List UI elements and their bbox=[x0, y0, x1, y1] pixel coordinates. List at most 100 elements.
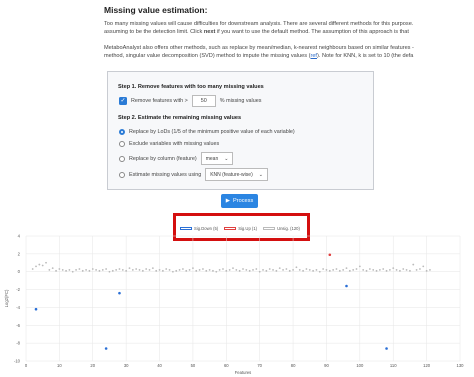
unsig-point bbox=[312, 269, 315, 272]
unsig-point bbox=[285, 268, 288, 270]
unsig-point bbox=[118, 268, 121, 270]
x-tick-label: 40 bbox=[157, 363, 162, 368]
y-tick-label: 2 bbox=[18, 251, 21, 256]
unsig-point bbox=[338, 269, 341, 272]
x-tick-label: 70 bbox=[257, 363, 262, 368]
unsig-point bbox=[238, 269, 241, 272]
unsig-point bbox=[308, 269, 311, 271]
y-tick-label: -4 bbox=[16, 305, 20, 310]
unsig-point bbox=[148, 269, 151, 271]
unsig-point bbox=[115, 269, 118, 271]
unsig-point bbox=[121, 269, 124, 271]
sig-down-point bbox=[118, 291, 121, 295]
unsig-point bbox=[298, 269, 301, 271]
unsig-point bbox=[58, 268, 61, 270]
x-tick-label: 120 bbox=[423, 363, 431, 368]
unsig-point bbox=[81, 269, 84, 272]
unsig-point bbox=[125, 269, 128, 272]
unsig-point bbox=[51, 267, 54, 270]
unsig-point bbox=[352, 269, 355, 271]
unsig-point bbox=[88, 269, 91, 272]
unsig-point bbox=[222, 268, 224, 270]
unsig-point bbox=[275, 269, 278, 272]
unsig-point bbox=[255, 268, 258, 270]
unsig-point bbox=[402, 268, 405, 270]
y-tick-label: -10 bbox=[14, 359, 21, 364]
unsig-point bbox=[55, 269, 57, 272]
unsig-point bbox=[245, 269, 248, 271]
x-tick-label: 50 bbox=[191, 363, 196, 368]
unsig-point bbox=[295, 266, 298, 269]
unsig-point bbox=[348, 269, 351, 272]
x-tick-label: 100 bbox=[356, 363, 364, 368]
unsig-point bbox=[315, 269, 318, 271]
unsig-point bbox=[268, 268, 271, 270]
fold-change-scatter-chart: 420-2-4-6-8-100 10 20 30 40 50 60 70 80 90 100 110 1… bbox=[4, 234, 464, 376]
unsig-point bbox=[225, 269, 228, 272]
unsig-point bbox=[419, 268, 421, 270]
unsig-point bbox=[325, 269, 328, 271]
x-tick-label: 20 bbox=[90, 363, 95, 368]
unsig-point bbox=[252, 269, 254, 271]
unsig-point bbox=[262, 269, 264, 271]
unsig-point bbox=[195, 269, 198, 272]
unsig-point bbox=[429, 269, 431, 271]
unsig-point bbox=[31, 268, 34, 270]
unsig-point bbox=[378, 269, 381, 271]
y-tick-label: 0 bbox=[18, 269, 21, 274]
unsig-point bbox=[318, 270, 321, 273]
unsig-point bbox=[198, 269, 201, 271]
unsig-point bbox=[372, 269, 375, 271]
unsig-point bbox=[205, 269, 208, 272]
unsig-point bbox=[425, 269, 428, 272]
x-tick-label: 90 bbox=[324, 363, 329, 368]
unsig-point bbox=[168, 269, 171, 271]
x-tick-label: 80 bbox=[291, 363, 296, 368]
unsig-point bbox=[232, 267, 234, 270]
x-tick-label: 0 bbox=[25, 363, 28, 368]
unsig-point bbox=[98, 269, 101, 272]
unsig-point bbox=[45, 261, 47, 264]
unsig-point bbox=[272, 269, 274, 271]
unsig-point bbox=[135, 268, 138, 270]
unsig-point bbox=[332, 269, 335, 271]
unsig-point bbox=[388, 269, 391, 271]
unsig-point bbox=[188, 269, 191, 271]
unsig-point bbox=[158, 269, 161, 271]
unsig-point bbox=[131, 269, 134, 271]
unsig-point bbox=[178, 269, 181, 271]
unsig-point bbox=[328, 269, 331, 272]
unsig-point bbox=[202, 268, 204, 270]
unsig-point bbox=[91, 268, 94, 270]
x-tick-label: 10 bbox=[57, 363, 62, 368]
unsig-point bbox=[48, 269, 51, 271]
unsig-point bbox=[151, 267, 154, 270]
unsig-point bbox=[215, 270, 218, 273]
sig-down-point bbox=[345, 284, 348, 288]
unsig-point bbox=[68, 269, 71, 271]
unsig-point bbox=[75, 269, 77, 271]
unsig-point bbox=[138, 269, 141, 271]
unsig-point bbox=[155, 269, 158, 272]
unsig-point bbox=[409, 269, 411, 272]
unsig-point bbox=[65, 269, 67, 272]
unsig-point bbox=[212, 269, 214, 272]
sig-down-point bbox=[104, 347, 108, 350]
unsig-point bbox=[141, 269, 144, 272]
unsig-point bbox=[208, 269, 211, 271]
unsig-point bbox=[258, 270, 261, 273]
unsig-point bbox=[399, 269, 401, 272]
unsig-point bbox=[111, 269, 114, 272]
unsig-point bbox=[242, 268, 244, 270]
unsig-point bbox=[101, 269, 104, 271]
unsig-point bbox=[218, 269, 221, 271]
unsig-point bbox=[292, 269, 294, 271]
x-tick-label: 110 bbox=[390, 363, 397, 368]
unsig-point bbox=[235, 269, 238, 271]
y-tick-label: -6 bbox=[16, 323, 20, 328]
unsig-point bbox=[412, 263, 415, 266]
y-tick-label: -8 bbox=[16, 341, 20, 346]
unsig-point bbox=[175, 269, 178, 272]
x-tick-label: 60 bbox=[224, 363, 229, 368]
unsig-point bbox=[71, 270, 74, 273]
